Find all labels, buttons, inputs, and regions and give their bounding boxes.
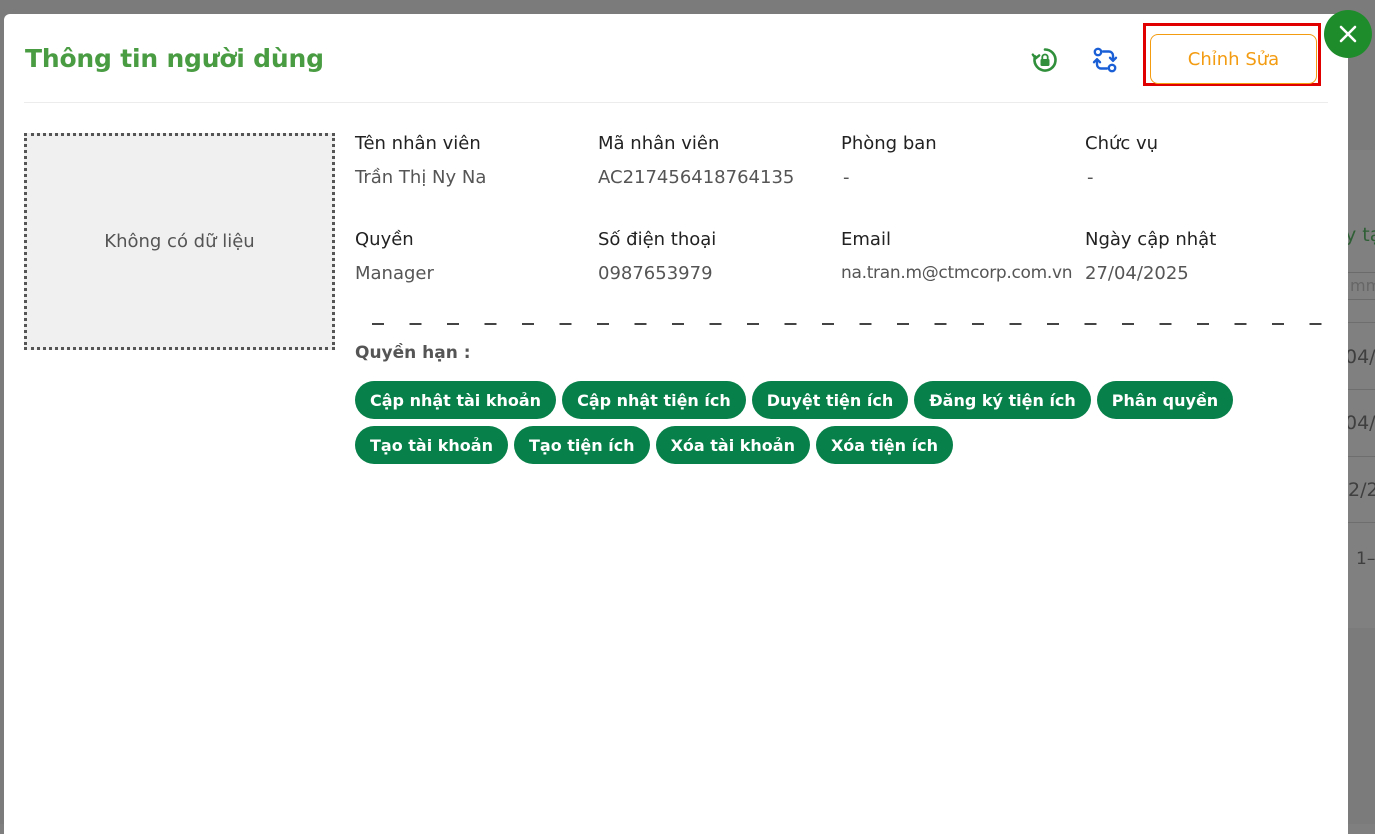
close-icon	[1339, 25, 1357, 43]
permissions-list: Cập nhật tài khoản Cập nhật tiện ích Duy…	[355, 381, 1325, 464]
avatar-placeholder[interactable]: Không có dữ liệu	[24, 133, 335, 350]
phone-value: 0987653979	[598, 263, 713, 284]
permission-chip: Cập nhật tiện ích	[562, 381, 746, 419]
avatar-empty-text: Không có dữ liệu	[104, 231, 255, 252]
email-value: na.tran.m@ctmcorp.com.vn	[841, 263, 1073, 283]
permission-chip: Cập nhật tài khoản	[355, 381, 557, 419]
close-button[interactable]	[1324, 10, 1372, 58]
permission-chip: Tạo tiện ích	[513, 426, 650, 464]
user-info-modal: Thông tin người dùng Chỉnh Sửa Không có …	[4, 10, 1372, 834]
permission-chip: Đăng ký tiện ích	[914, 381, 1091, 419]
department-label: Phòng ban	[841, 133, 937, 154]
dashed-divider	[372, 323, 1328, 325]
employee-name-label: Tên nhân viên	[355, 133, 481, 154]
edit-button[interactable]: Chỉnh Sửa	[1150, 34, 1317, 84]
updated-date-label: Ngày cập nhật	[1085, 229, 1217, 250]
updated-date-value: 27/04/2025	[1085, 263, 1189, 284]
role-value: Manager	[355, 263, 434, 284]
background-row-date: 04/	[1345, 412, 1375, 434]
employee-code-value: AC217456418764135	[598, 167, 795, 188]
permission-chip: Xóa tài khoản	[655, 426, 810, 464]
background-pagination: 1–	[1356, 549, 1375, 569]
reset-password-button[interactable]	[1029, 44, 1061, 76]
phone-label: Số điện thoại	[598, 229, 717, 250]
permission-chip: Phân quyền	[1096, 381, 1234, 419]
permission-chip: Xóa tiện ích	[815, 426, 953, 464]
sync-icon	[1092, 47, 1118, 73]
modal-title: Thông tin người dùng	[25, 44, 324, 73]
role-label: Quyền	[355, 229, 414, 250]
permission-chip: Tạo tài khoản	[355, 426, 508, 464]
employee-code-label: Mã nhân viên	[598, 133, 720, 154]
background-row-date: 04/	[1345, 346, 1375, 368]
background-date-input: mm	[1345, 272, 1375, 300]
email-label: Email	[841, 229, 891, 250]
position-value: -	[1087, 167, 1094, 188]
permissions-label: Quyền hạn :	[355, 343, 471, 363]
employee-name-value: Trần Thị Ny Na	[355, 167, 487, 188]
modal-header: Thông tin người dùng Chỉnh Sửa	[4, 14, 1348, 103]
lock-reset-icon	[1031, 48, 1057, 72]
background-column-header: y tạ	[1345, 224, 1375, 246]
sync-button[interactable]	[1089, 44, 1121, 76]
background-row-date: 2/2	[1348, 479, 1375, 501]
department-value: -	[843, 167, 850, 188]
header-divider	[24, 102, 1328, 103]
permission-chip: Duyệt tiện ích	[751, 381, 909, 419]
position-label: Chức vụ	[1085, 133, 1159, 154]
